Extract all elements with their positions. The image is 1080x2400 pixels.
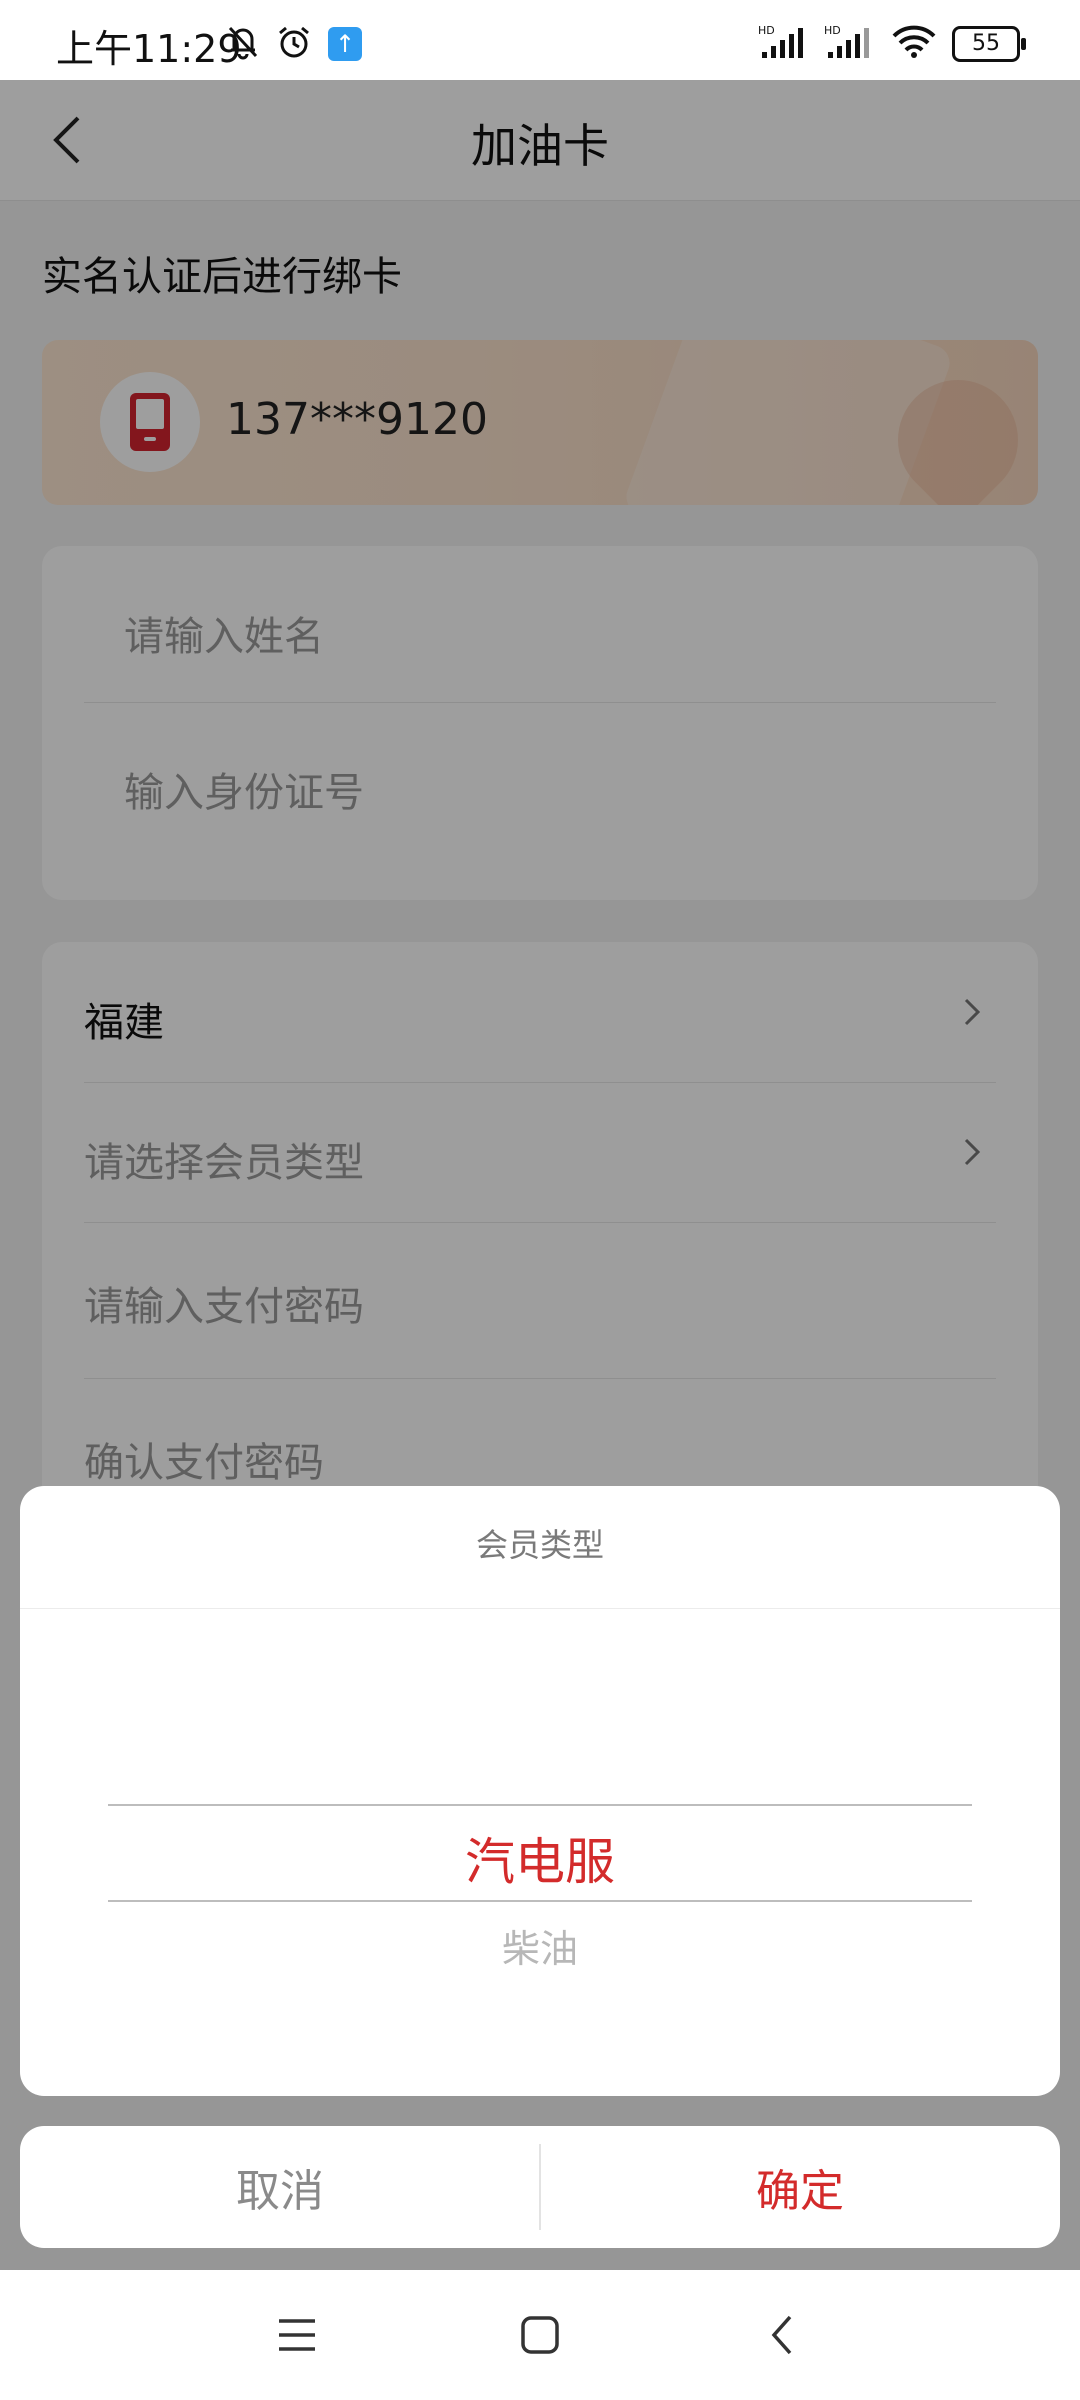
cancel-button[interactable]: 取消 [20,2126,540,2248]
picker-selection-bottom-line [108,1900,972,1902]
battery-icon: 55 [952,26,1026,62]
confirm-button[interactable]: 确定 [540,2126,1060,2248]
picker-option-selected[interactable]: 汽电服 [20,1822,1060,1894]
picker-selection-top-line [108,1804,972,1806]
status-icons-left: ↑ [226,26,362,62]
bell-off-icon [226,24,260,64]
status-time: 上午11:29 [56,27,242,71]
hd-signal-2-icon: HD [824,24,876,64]
back-nav-button[interactable] [738,2290,828,2380]
status-icons-right: HD HD 55 [758,24,1026,64]
home-button[interactable] [495,2290,585,2380]
svg-text:HD: HD [758,24,775,37]
status-bar: 上午11:29 ↑ HD HD 55 [0,0,1080,80]
app-notification-icon: ↑ [328,27,362,61]
picker-action-bar: 取消 确定 [20,2126,1060,2248]
member-type-picker: 会员类型 汽电服 柴油 [20,1486,1060,2096]
hd-signal-1-icon: HD [758,24,810,64]
home-icon [521,2316,559,2354]
back-icon [771,2315,792,2355]
picker-divider [20,1608,1060,1609]
alarm-icon [276,24,312,64]
picker-title: 会员类型 [475,1526,604,1564]
menu-icon [279,2319,315,2351]
picker-option[interactable]: 柴油 [20,1918,1060,1973]
system-nav-bar [0,2270,1080,2400]
menu-button[interactable] [252,2290,342,2380]
wifi-icon [890,24,938,64]
svg-text:HD: HD [824,24,841,37]
